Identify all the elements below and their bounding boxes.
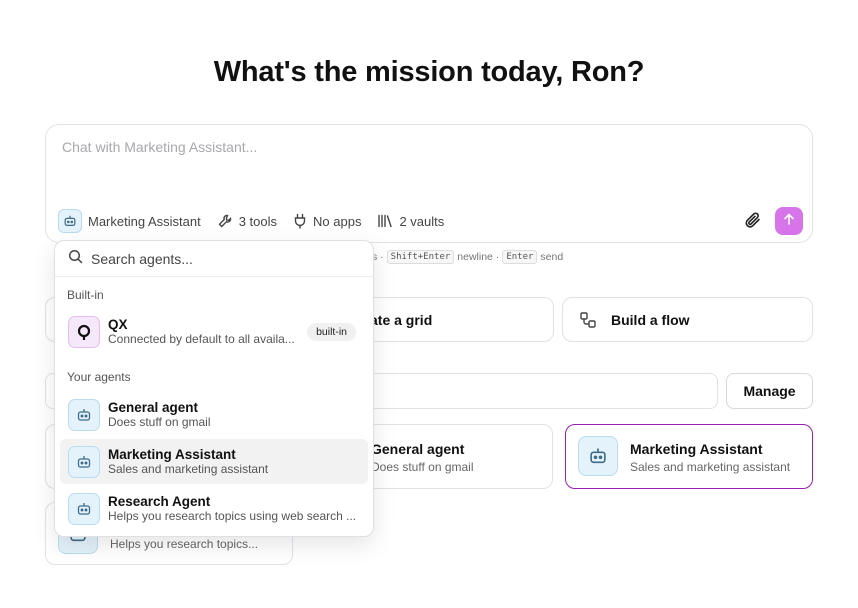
create-grid-label: ate a grid bbox=[370, 312, 433, 328]
apps-selector[interactable]: No apps bbox=[293, 213, 361, 229]
robot-icon bbox=[68, 492, 100, 525]
agent-card-general[interactable]: General agent Does stuff on gmail bbox=[371, 441, 474, 474]
dropdown-item-qx[interactable]: QX Connected by default to all availa...… bbox=[60, 309, 368, 354]
library-icon bbox=[377, 214, 393, 228]
agent-card-desc: Helps you research topics... bbox=[110, 537, 259, 551]
agent-card-desc: Sales and marketing assistant bbox=[630, 460, 791, 474]
builtin-badge: built-in bbox=[307, 323, 356, 341]
search-agents-input[interactable] bbox=[91, 250, 341, 267]
tools-label: 3 tools bbox=[238, 213, 278, 229]
paperclip-icon[interactable] bbox=[744, 211, 762, 234]
qx-logo-icon bbox=[68, 315, 100, 348]
agent-card-name: Marketing Assistant bbox=[630, 441, 763, 457]
agent-selector-label: Marketing Assistant bbox=[88, 213, 201, 229]
dropdown-item-general[interactable]: General agent Does stuff on gmail bbox=[60, 392, 368, 437]
build-flow-card[interactable]: Build a flow bbox=[562, 297, 813, 342]
dropdown-item-marketing[interactable]: Marketing Assistant Sales and marketing … bbox=[60, 439, 368, 484]
enter-key: Enter bbox=[502, 250, 538, 264]
robot-icon bbox=[58, 209, 82, 233]
robot-icon bbox=[68, 398, 100, 431]
your-agents-heading: Your agents bbox=[67, 370, 131, 384]
dropdown-item-desc: Does stuff on gmail bbox=[108, 415, 211, 429]
agent-card-desc: Does stuff on gmail bbox=[371, 460, 474, 474]
composer-toolbar: Marketing Assistant 3 tools No apps 2 va… bbox=[58, 209, 460, 233]
agent-card-marketing[interactable]: Marketing Assistant Sales and marketing … bbox=[565, 424, 813, 489]
dropdown-item-name: Research Agent bbox=[108, 494, 211, 509]
chat-composer: Marketing Assistant 3 tools No apps 2 va… bbox=[45, 124, 813, 243]
dropdown-item-name: General agent bbox=[108, 400, 199, 415]
vaults-selector[interactable]: 2 vaults bbox=[377, 214, 444, 229]
builtin-heading: Built-in bbox=[67, 288, 104, 302]
manage-button[interactable]: Manage bbox=[726, 373, 813, 409]
dropdown-item-desc: Connected by default to all availa... bbox=[108, 332, 295, 346]
agent-dropdown: Built-in QX Connected by default to all … bbox=[54, 240, 374, 537]
send-button[interactable] bbox=[775, 207, 803, 235]
dropdown-item-name: QX bbox=[108, 317, 128, 332]
dropdown-item-desc: Helps you research topics using web sear… bbox=[108, 509, 357, 523]
keyboard-hint: s · Shift+Enter newline · Enter send bbox=[372, 250, 563, 264]
robot-icon bbox=[68, 445, 100, 478]
plug-icon bbox=[293, 213, 307, 229]
agent-card-name: General agent bbox=[371, 441, 465, 457]
apps-label: No apps bbox=[313, 213, 362, 229]
tools-selector[interactable]: 3 tools bbox=[217, 213, 277, 229]
shift-enter-key: Shift+Enter bbox=[386, 250, 455, 264]
search-icon bbox=[68, 249, 83, 269]
flow-icon bbox=[579, 311, 597, 334]
dropdown-search bbox=[55, 241, 373, 277]
vaults-label: 2 vaults bbox=[399, 213, 445, 229]
dropdown-item-name: Marketing Assistant bbox=[108, 447, 236, 462]
wrench-icon bbox=[217, 213, 233, 229]
hint-newline: newline · bbox=[457, 251, 500, 263]
arrow-up-icon bbox=[782, 212, 796, 231]
robot-icon bbox=[578, 436, 618, 476]
dropdown-item-research[interactable]: Research Agent Helps you research topics… bbox=[60, 486, 368, 531]
build-flow-label: Build a flow bbox=[611, 312, 690, 328]
chat-input[interactable] bbox=[62, 139, 796, 155]
dropdown-item-desc: Sales and marketing assistant bbox=[108, 462, 269, 476]
hint-send: send bbox=[540, 251, 564, 263]
page-title: What's the mission today, Ron? bbox=[213, 56, 645, 88]
agent-selector[interactable]: Marketing Assistant bbox=[58, 209, 201, 233]
